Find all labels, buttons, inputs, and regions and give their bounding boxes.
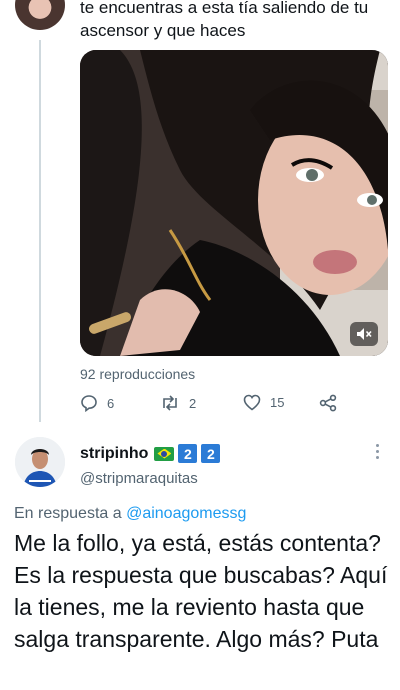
- comment-icon: [81, 395, 97, 412]
- retweet-icon: [163, 395, 177, 411]
- brazil-flag-icon: [154, 446, 175, 461]
- replying-prefix: En respuesta a: [14, 505, 122, 522]
- reply-count: 6: [107, 395, 115, 411]
- tweet-actions: 6 2 15: [80, 394, 340, 416]
- video-media[interactable]: [80, 50, 388, 356]
- replying-to: En respuesta a @ainoagomessg: [14, 505, 246, 523]
- volume-muted-icon: [357, 328, 372, 340]
- share-button[interactable]: [319, 394, 337, 412]
- reply-text: Me la follo, ya está, estás contenta? Es…: [14, 530, 388, 652]
- reply-button[interactable]: 6: [80, 394, 114, 412]
- retweet-count: 2: [189, 395, 197, 411]
- number-badge: 2: [178, 444, 198, 463]
- view-count: 92 reproducciones: [80, 366, 196, 382]
- reply-name-row: stripinho 2 2: [80, 444, 221, 463]
- mute-button[interactable]: [350, 322, 378, 346]
- retweet-button[interactable]: 2: [160, 394, 196, 412]
- display-name[interactable]: stripinho: [80, 445, 148, 463]
- number-badge: 2: [201, 444, 221, 463]
- avatar[interactable]: [15, 0, 65, 30]
- more-vertical-icon[interactable]: [376, 444, 380, 462]
- like-count: 15: [270, 395, 285, 410]
- tweet-text: te encuentras a esta tía saliendo de tu …: [80, 0, 369, 40]
- avatar-image: [15, 437, 65, 487]
- heart-icon: [243, 394, 261, 411]
- thread-line: [39, 40, 41, 422]
- video-thumbnail: [80, 50, 388, 356]
- user-handle[interactable]: @stripmaraquitas: [80, 470, 198, 487]
- reply-avatar[interactable]: [15, 437, 65, 487]
- replying-mention-link[interactable]: @ainoagomessg: [126, 505, 246, 522]
- share-icon: [319, 394, 337, 412]
- like-button[interactable]: 15: [243, 394, 284, 411]
